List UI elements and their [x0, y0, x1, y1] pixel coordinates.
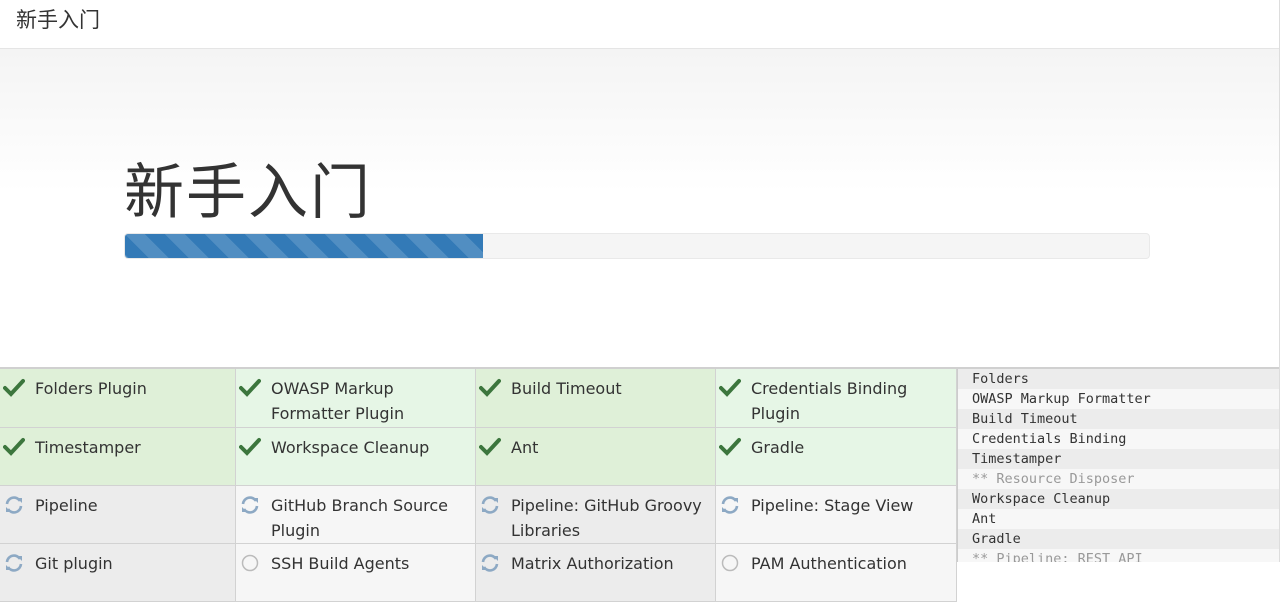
plugin-name: OWASP Markup Formatter Plugin [271, 379, 405, 423]
checkmark-icon [239, 438, 261, 456]
log-line: Credentials Binding [972, 431, 1127, 447]
plugin-item: Matrix Authorization [476, 544, 716, 602]
install-progress-fill [125, 234, 484, 258]
refresh-icon [481, 496, 499, 514]
plugin-name: Git plugin [35, 554, 113, 573]
plugin-name: SSH Build Agents [271, 554, 410, 573]
refresh-icon [5, 496, 23, 514]
plugin-item: Git plugin [0, 544, 236, 602]
plugin-name: Pipeline: GitHub Groovy Libraries [511, 496, 702, 540]
plugin-item: Credentials Binding Plugin [716, 369, 957, 428]
plugin-item: Gradle [716, 428, 957, 486]
log-line: Build Timeout [958, 409, 1280, 429]
plugin-name: Timestamper [35, 438, 141, 457]
log-line: Workspace Cleanup [958, 489, 1280, 509]
checkmark-icon [239, 379, 261, 397]
log-line: ** Pipeline: REST API [972, 551, 1143, 562]
plugin-name: Credentials Binding Plugin [751, 379, 908, 423]
checkmark-icon [719, 379, 741, 397]
log-line: Gradle [958, 529, 1280, 549]
log-line: ** Resource Disposer [972, 471, 1135, 487]
page-title: 新手入门 [124, 158, 372, 228]
plugin-item: Pipeline: GitHub Groovy Libraries [476, 486, 716, 544]
checkmark-icon [479, 438, 501, 456]
pending-circle-icon [721, 554, 739, 572]
checkmark-icon [719, 438, 741, 456]
log-line: Folders [958, 369, 1280, 389]
refresh-icon [481, 554, 499, 572]
checkmark-icon [3, 379, 25, 397]
plugin-item: Build Timeout [476, 369, 716, 428]
top-bar: 新手入门 [0, 0, 1280, 49]
plugin-name: Ant [511, 438, 539, 457]
plugin-item: Ant [476, 428, 716, 486]
pending-circle-icon [241, 554, 259, 572]
refresh-icon [5, 554, 23, 572]
plugin-item: Folders Plugin [0, 369, 236, 428]
plugin-name: Gradle [751, 438, 805, 457]
log-line: Timestamper [958, 449, 1280, 469]
plugin-item: Timestamper [0, 428, 236, 486]
plugin-name: Matrix Authorization [511, 554, 674, 573]
top-bar-title: 新手入门 [16, 8, 100, 32]
plugin-item: GitHub Branch Source Plugin [236, 486, 476, 544]
plugin-item: Workspace Cleanup [236, 428, 476, 486]
plugin-name: Pipeline [35, 496, 98, 515]
plugin-name: PAM Authentication [751, 554, 907, 573]
refresh-icon [241, 496, 259, 514]
plugin-item: PAM Authentication [716, 544, 957, 602]
plugin-name: GitHub Branch Source Plugin [271, 496, 449, 540]
plugin-item: Pipeline [0, 486, 236, 544]
plugin-grid: Folders Plugin OWASP Markup Formatter Plu… [0, 369, 957, 602]
plugin-name: Folders Plugin [35, 379, 147, 398]
plugin-name: Pipeline: Stage View [751, 496, 914, 515]
plugin-name: Build Timeout [511, 379, 622, 398]
install-log[interactable]: Folders OWASP Markup Formatter Build Timeo… [957, 369, 1280, 562]
log-line: OWASP Markup Formatter [972, 391, 1151, 407]
refresh-icon [721, 496, 739, 514]
checkmark-icon [3, 438, 25, 456]
plugin-name: Workspace Cleanup [271, 438, 430, 457]
plugin-item: SSH Build Agents [236, 544, 476, 602]
checkmark-icon [479, 379, 501, 397]
log-line: Ant [972, 511, 997, 527]
setup-hero: 新手入门 [0, 49, 1280, 367]
plugin-item: OWASP Markup Formatter Plugin [236, 369, 476, 428]
install-progress-bar [124, 233, 1150, 259]
plugin-item: Pipeline: Stage View [716, 486, 957, 544]
